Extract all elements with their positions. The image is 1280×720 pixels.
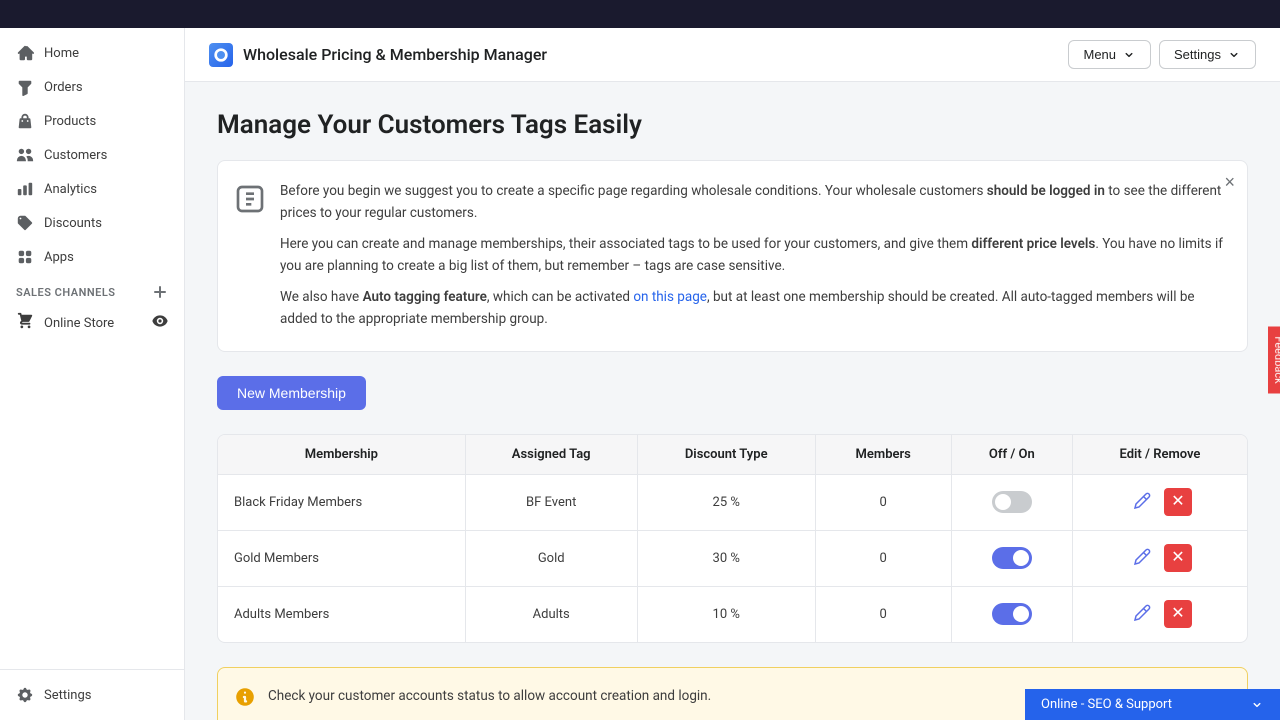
info-box-close-button[interactable]: ×	[1224, 173, 1235, 191]
action-cell: ✕	[1072, 530, 1247, 586]
members-count: 0	[815, 586, 951, 642]
info-para-1: Before you begin we suggest you to creat…	[280, 181, 1227, 224]
sidebar-item-products[interactable]: Products	[0, 104, 184, 138]
action-cell: ✕	[1072, 474, 1247, 530]
info-box: Before you begin we suggest you to creat…	[217, 160, 1248, 352]
sidebar-item-apps[interactable]: Apps	[0, 240, 184, 274]
membership-name: Adults Members	[218, 586, 465, 642]
feedback-tab[interactable]: Feedback	[1268, 326, 1280, 393]
sidebar-item-home[interactable]: Home	[0, 36, 184, 70]
sidebar-item-home-label: Home	[44, 46, 79, 61]
home-icon	[16, 44, 34, 62]
edit-button-row3[interactable]	[1128, 599, 1156, 630]
remove-button-row3[interactable]: ✕	[1164, 600, 1192, 628]
sidebar-item-discounts-label: Discounts	[44, 216, 102, 231]
online-store-icon	[16, 312, 34, 334]
col-off-on: Off / On	[951, 435, 1072, 475]
table-row: Gold Members Gold 30 % 0	[218, 530, 1247, 586]
info-box-text: Before you begin we suggest you to creat…	[280, 181, 1227, 331]
membership-table: Membership Assigned Tag Discount Type Me…	[217, 434, 1248, 643]
discount-type: 10 %	[637, 586, 815, 642]
analytics-icon	[16, 180, 34, 198]
top-bar	[0, 0, 1280, 28]
bottom-bar-label: Online - SEO & Support	[1041, 697, 1172, 712]
discount-type: 30 %	[637, 530, 815, 586]
col-edit-remove: Edit / Remove	[1072, 435, 1247, 475]
membership-name: Gold Members	[218, 530, 465, 586]
discount-type: 25 %	[637, 474, 815, 530]
table-row: Adults Members Adults 10 % 0	[218, 586, 1247, 642]
sidebar: Home Orders Products Customers	[0, 28, 185, 720]
apps-icon	[16, 248, 34, 266]
sidebar-item-discounts[interactable]: Discounts	[0, 206, 184, 240]
toggle-row2[interactable]	[992, 547, 1032, 569]
table-row: Black Friday Members BF Event 25 % 0	[218, 474, 1247, 530]
col-discount-type: Discount Type	[637, 435, 815, 475]
sidebar-item-apps-label: Apps	[44, 250, 74, 265]
main-area: Wholesale Pricing & Membership Manager M…	[185, 28, 1280, 720]
edit-button-row2[interactable]	[1128, 543, 1156, 574]
info-box-icon	[234, 183, 266, 215]
orders-icon	[16, 78, 34, 96]
add-sales-channel-icon[interactable]	[152, 284, 168, 300]
sidebar-item-analytics-label: Analytics	[44, 182, 97, 197]
settings-button[interactable]: Settings	[1159, 40, 1256, 69]
app-title: Wholesale Pricing & Membership Manager	[243, 45, 547, 64]
toggle-cell	[951, 474, 1072, 530]
edit-button-row1[interactable]	[1128, 487, 1156, 518]
col-membership: Membership	[218, 435, 465, 475]
page-title: Manage Your Customers Tags Easily	[217, 110, 1248, 140]
assigned-tag: Adults	[465, 586, 637, 642]
sidebar-item-products-label: Products	[44, 114, 96, 129]
warning-text: Check your customer accounts status to a…	[268, 686, 711, 706]
info-para-2: Here you can create and manage membershi…	[280, 234, 1227, 277]
settings-icon	[16, 686, 34, 704]
toggle-row3[interactable]	[992, 603, 1032, 625]
toggle-cell	[951, 530, 1072, 586]
menu-button[interactable]: Menu	[1068, 40, 1151, 69]
toggle-cell	[951, 586, 1072, 642]
sidebar-item-settings[interactable]: Settings	[0, 678, 184, 712]
warning-icon	[234, 686, 256, 708]
new-membership-button[interactable]: New Membership	[217, 376, 366, 410]
auto-tagging-link[interactable]: on this page	[633, 289, 707, 305]
assigned-tag: Gold	[465, 530, 637, 586]
sales-channels-header: SALES CHANNELS	[0, 274, 184, 304]
assigned-tag: BF Event	[465, 474, 637, 530]
remove-button-row1[interactable]: ✕	[1164, 488, 1192, 516]
members-count: 0	[815, 474, 951, 530]
toggle-row1[interactable]	[992, 491, 1032, 513]
sidebar-item-analytics[interactable]: Analytics	[0, 172, 184, 206]
online-store-label: Online Store	[44, 316, 114, 331]
sidebar-item-orders[interactable]: Orders	[0, 70, 184, 104]
sidebar-item-customers-label: Customers	[44, 148, 107, 163]
action-cell: ✕	[1072, 586, 1247, 642]
col-assigned-tag: Assigned Tag	[465, 435, 637, 475]
info-para-3: We also have Auto tagging feature, which…	[280, 287, 1227, 330]
sidebar-item-orders-label: Orders	[44, 80, 83, 95]
discounts-icon	[16, 214, 34, 232]
content-area: Manage Your Customers Tags Easily Before…	[185, 82, 1280, 720]
membership-name: Black Friday Members	[218, 474, 465, 530]
sidebar-bottom: Settings	[0, 669, 184, 720]
customers-icon	[16, 146, 34, 164]
bottom-bar[interactable]: Online - SEO & Support	[1025, 689, 1280, 720]
app-logo	[209, 43, 233, 67]
members-count: 0	[815, 530, 951, 586]
app-header: Wholesale Pricing & Membership Manager M…	[185, 28, 1280, 82]
online-store-visibility-icon	[152, 313, 168, 333]
sidebar-item-settings-label: Settings	[44, 688, 91, 703]
remove-button-row2[interactable]: ✕	[1164, 544, 1192, 572]
sidebar-item-online-store[interactable]: Online Store	[0, 304, 184, 342]
products-icon	[16, 112, 34, 130]
col-members: Members	[815, 435, 951, 475]
sidebar-item-customers[interactable]: Customers	[0, 138, 184, 172]
